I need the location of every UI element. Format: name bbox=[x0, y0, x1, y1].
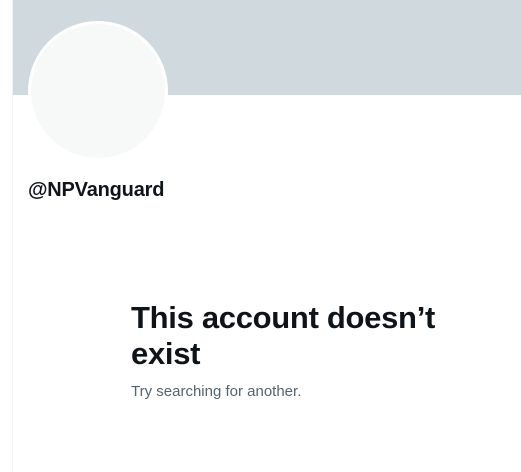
empty-state-title: This account doesn’t exist bbox=[131, 300, 436, 371]
empty-state: This account doesn’t exist Try searching… bbox=[131, 300, 491, 402]
empty-state-subtitle: Try searching for another. bbox=[131, 383, 302, 400]
profile-handle: @NPVanguard bbox=[28, 179, 165, 201]
avatar bbox=[28, 21, 168, 161]
profile-page: @NPVanguard This account doesn’t exist T… bbox=[0, 0, 521, 472]
